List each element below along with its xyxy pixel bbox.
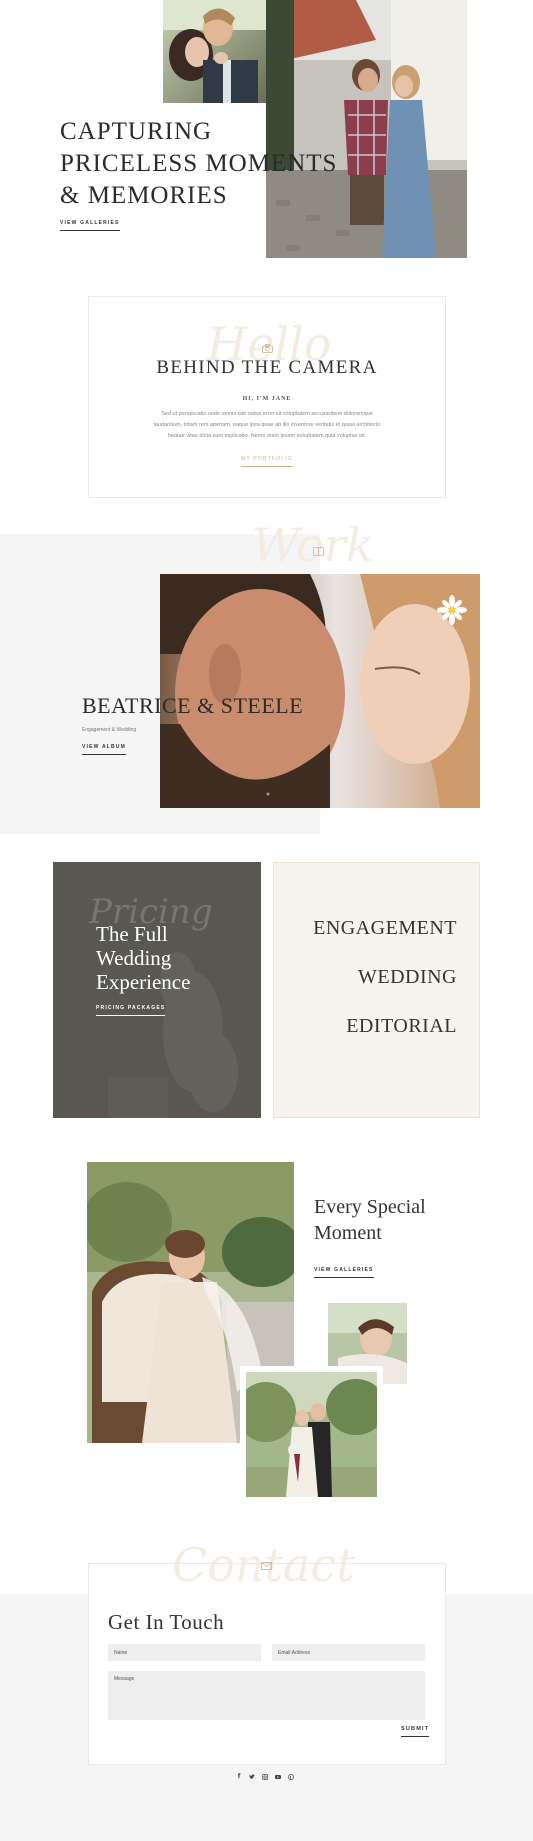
couple-garden-photo <box>240 1366 383 1503</box>
offering-wedding-link[interactable]: WEDDING <box>358 966 457 989</box>
work-subtitle: Engagement & Wedding <box>82 727 137 733</box>
view-album-link[interactable]: VIEW ALBUM <box>82 744 127 755</box>
offering-engagement-link[interactable]: ENGAGEMENT <box>313 917 457 940</box>
pricing-title-line: The Full <box>96 922 168 946</box>
about-subtitle: HI, I'M JANE <box>242 396 292 402</box>
pinterest-icon[interactable] <box>288 1774 294 1780</box>
mail-icon <box>261 1557 272 1570</box>
pricing-title-line: Experience <box>96 970 191 994</box>
contact-card <box>88 1563 446 1765</box>
message-field[interactable] <box>108 1671 425 1720</box>
name-field[interactable] <box>108 1644 261 1661</box>
instagram-icon[interactable] <box>262 1774 268 1780</box>
submit-button[interactable]: SUBMIT <box>401 1726 430 1737</box>
gallery-view-galleries-link[interactable]: VIEW GALLERIES <box>314 1267 374 1278</box>
hero-title-line: CAPTURING <box>60 118 213 145</box>
hero-title-line: PRICELESS MOMENTS <box>60 150 338 177</box>
about-card: Hello BEHIND THE CAMERA HI, I'M JANE Sed… <box>88 296 446 498</box>
contact-title: Get In Touch <box>108 1610 225 1634</box>
gallery-title: Every Special Moment <box>314 1194 426 1246</box>
view-galleries-link[interactable]: VIEW GALLERIES <box>60 220 120 231</box>
book-icon <box>313 543 324 556</box>
offerings-panel: ENGAGEMENT WEDDING EDITORIAL <box>273 862 480 1118</box>
hero-couple-kiss-photo <box>163 0 266 103</box>
pricing-title: The Full Wedding Experience <box>96 922 190 994</box>
camera-icon <box>262 340 273 353</box>
offering-editorial-link[interactable]: EDITORIAL <box>346 1015 457 1038</box>
about-title: BEHIND THE CAMERA <box>156 357 378 378</box>
email-field[interactable] <box>272 1644 425 1661</box>
hero-title: CAPTURING PRICELESS MOMENTS & MEMORIES <box>60 116 337 212</box>
about-body-line: beatae vitae dicta sunt explicabo. Nemo … <box>167 433 367 439</box>
twitter-icon[interactable] <box>249 1774 255 1780</box>
pricing-title-line: Wedding <box>96 946 172 970</box>
pricing-packages-link[interactable]: PRICING PACKAGES <box>96 1005 166 1016</box>
about-body-line: laudantium, totam rem aperiam, eaque ips… <box>153 422 381 428</box>
about-body-line: Sed ut perspiciatis unde omnis iste natu… <box>161 411 373 417</box>
youtube-icon[interactable] <box>275 1774 281 1780</box>
gallery-title-line: Moment <box>314 1222 382 1244</box>
gallery-title-line: Every Special <box>314 1196 426 1218</box>
work-title: BEATRICE & STEELE <box>82 693 304 718</box>
social-links: f <box>236 1774 294 1780</box>
pricing-panel: Pricing The Full Wedding Experience PRIC… <box>53 862 261 1118</box>
my-portfolio-link[interactable]: MY PORTFOLIO <box>240 456 294 467</box>
hero-title-line: & MEMORIES <box>60 182 228 209</box>
about-body: Sed ut perspiciatis unde omnis iste natu… <box>149 409 385 442</box>
work-couple-closeup-photo <box>160 574 480 808</box>
facebook-icon[interactable]: f <box>236 1774 242 1780</box>
